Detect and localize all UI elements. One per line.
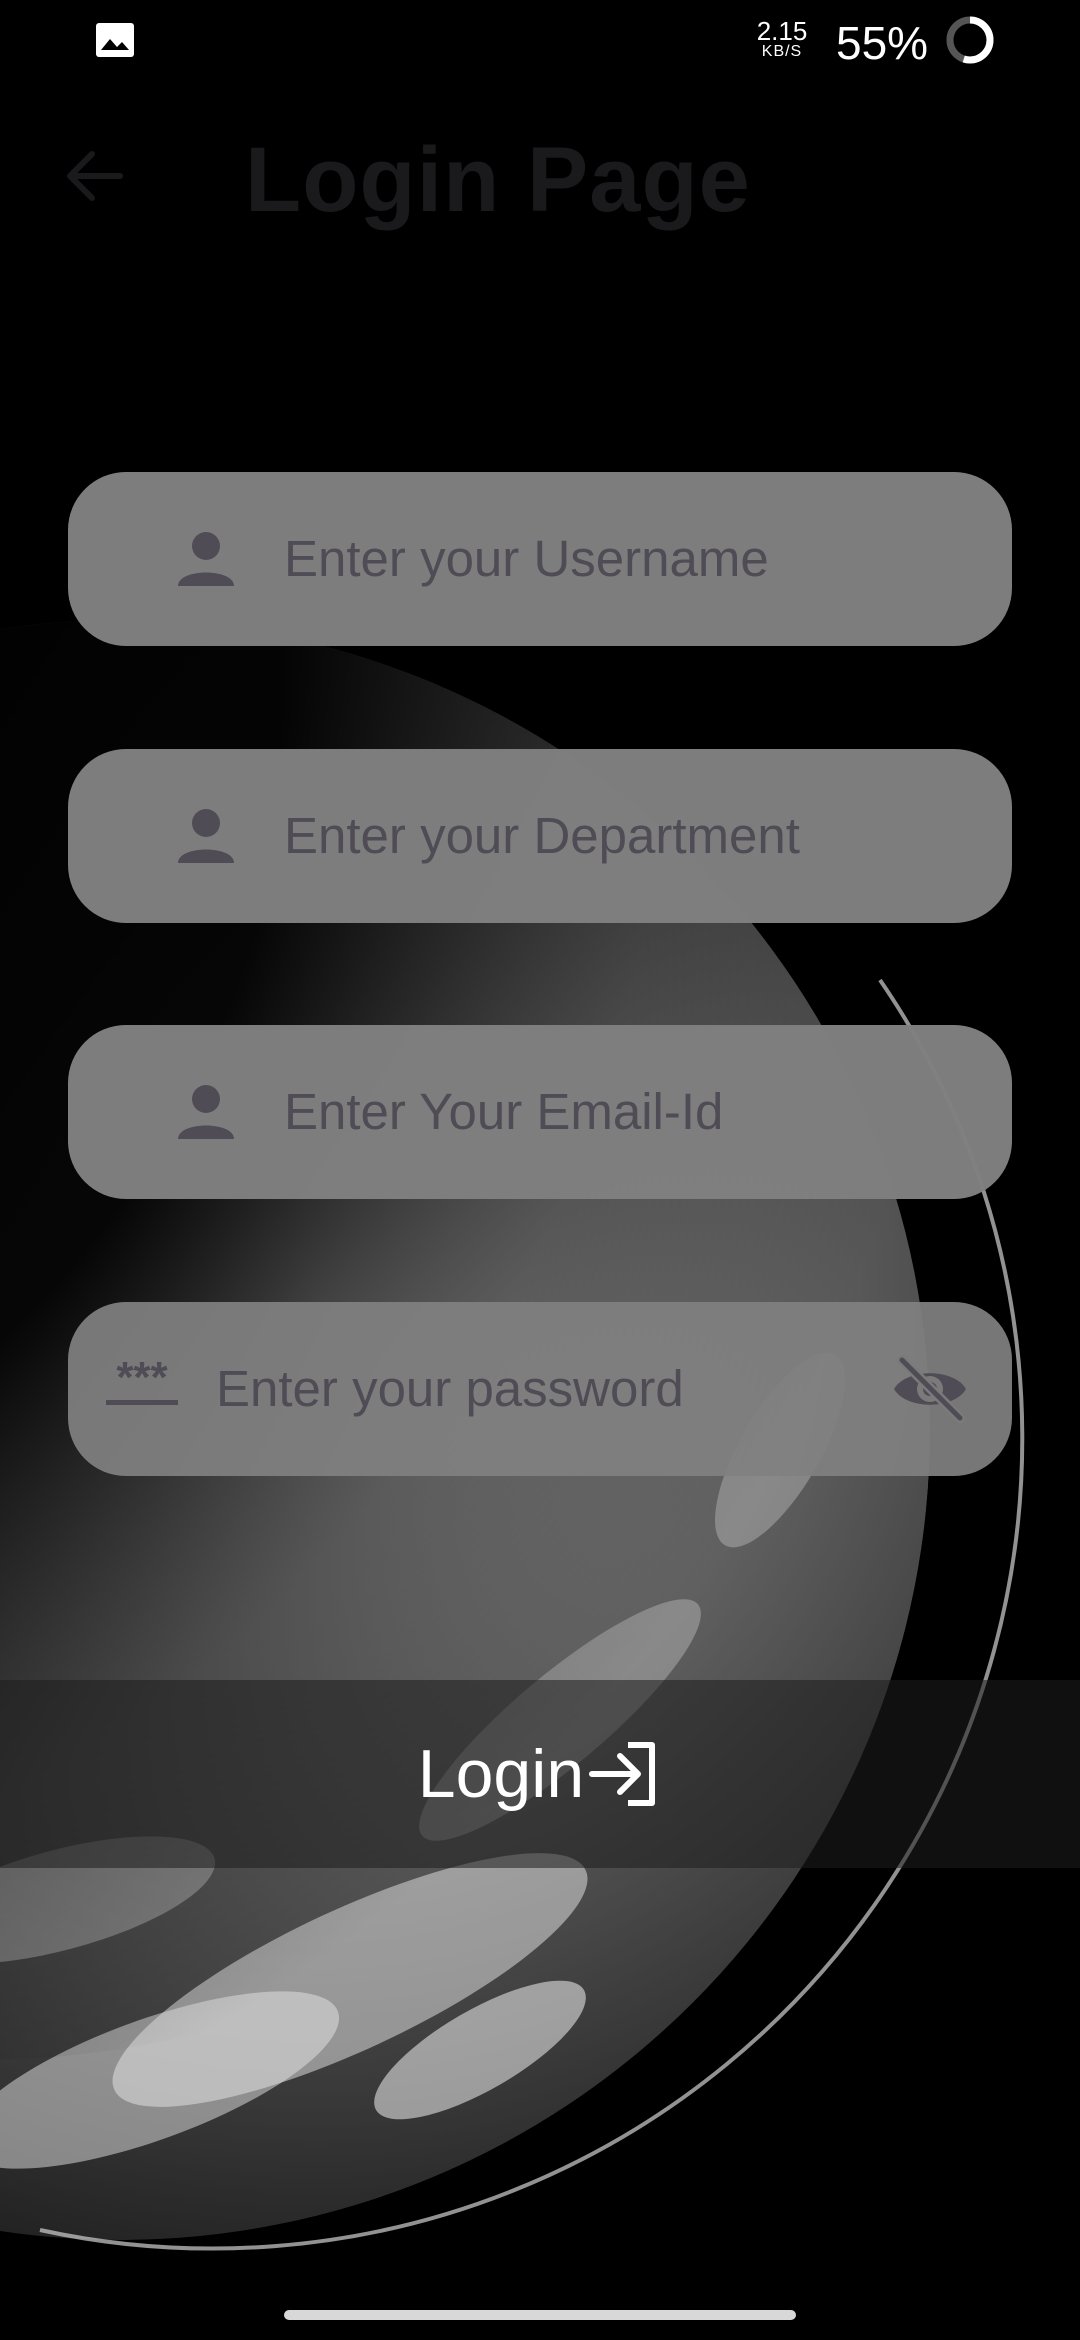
battery-ring-icon <box>946 16 994 64</box>
password-icon: *** <box>106 1354 178 1405</box>
network-speed-value: 2.15 <box>756 16 808 46</box>
password-field[interactable]: *** Enter your password <box>68 1302 1012 1476</box>
arrow-left-icon <box>67 151 123 201</box>
network-speed-unit: KB/S <box>761 43 803 60</box>
svg-text:***: *** <box>116 1354 168 1402</box>
login-arrow-icon <box>589 1742 656 1806</box>
username-field[interactable]: Enter your Username <box>68 472 1012 646</box>
login-label: Login <box>417 1736 585 1812</box>
visibility-off-icon[interactable] <box>890 1350 970 1428</box>
department-field[interactable]: Enter your Department <box>68 749 1012 923</box>
login-button-area: Login <box>0 1680 1080 1868</box>
network-speed: 2.15 KB/S <box>752 18 812 62</box>
login-button[interactable]: Login <box>0 1680 1080 1868</box>
status-bar: 2.15 KB/S 55% <box>0 0 1080 84</box>
page-title: Login Page <box>245 129 751 231</box>
battery-percent: 55% <box>836 17 929 69</box>
image-icon <box>96 23 134 57</box>
person-icon <box>178 809 234 863</box>
back-button[interactable] <box>58 140 130 212</box>
person-icon <box>178 1085 234 1139</box>
password-placeholder: Enter your password <box>216 1360 684 1417</box>
username-placeholder: Enter your Username <box>284 530 769 587</box>
login-screen: 2.15 KB/S 55% Login Page Enter your User… <box>0 0 1080 2340</box>
home-indicator[interactable] <box>284 2310 796 2320</box>
department-placeholder: Enter your Department <box>284 807 800 864</box>
person-icon <box>178 532 234 586</box>
app-bar: Login Page <box>0 100 1080 260</box>
email-field[interactable]: Enter Your Email-Id <box>68 1025 1012 1199</box>
email-placeholder: Enter Your Email-Id <box>284 1083 724 1140</box>
